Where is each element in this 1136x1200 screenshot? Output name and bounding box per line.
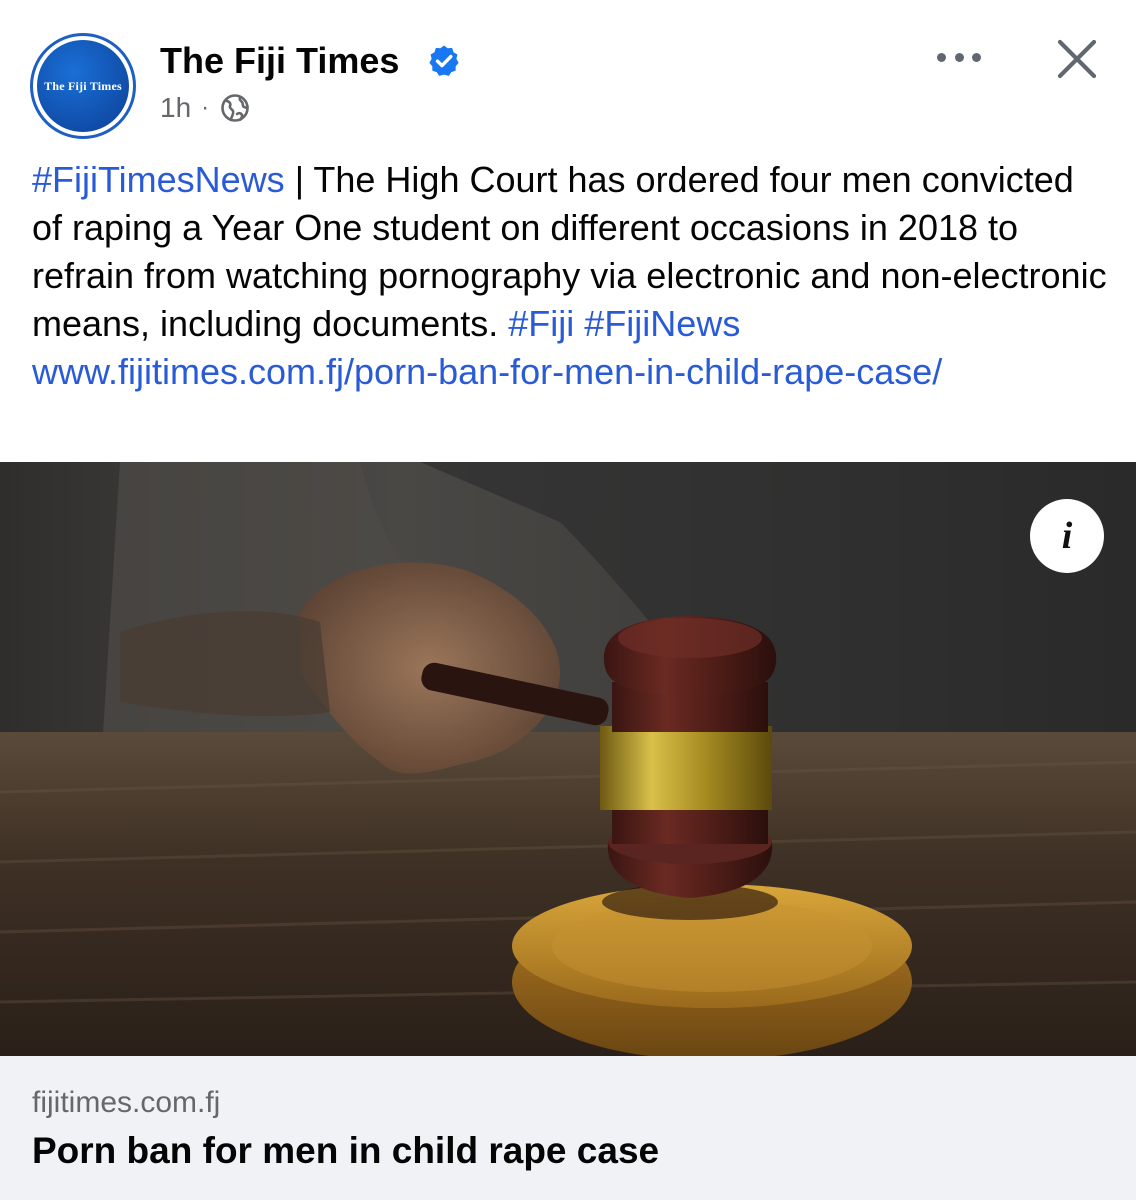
meta-separator: · — [201, 94, 210, 121]
more-dot — [954, 52, 964, 62]
verified-badge-icon — [429, 45, 459, 76]
facebook-post: The Fiji Times The Fiji Times 1h · #Fiji… — [0, 0, 1136, 1200]
globe-icon[interactable] — [220, 93, 250, 123]
hashtag-fiji[interactable]: #Fiji — [508, 303, 574, 344]
more-dot — [972, 52, 981, 62]
close-icon[interactable] — [1054, 36, 1100, 82]
hashtag-fijitimesnews[interactable]: #FijiTimesNews — [32, 159, 285, 200]
post-text: #FijiTimesNews | The High Court has orde… — [32, 156, 1112, 396]
link-preview[interactable]: fijitimes.com.fj Porn ban for men in chi… — [0, 1056, 1136, 1200]
post-timestamp[interactable]: 1h — [160, 92, 191, 124]
article-url-link[interactable]: www.fijitimes.com.fj/porn-ban-for-men-in… — [32, 351, 942, 392]
avatar-logo-text: The Fiji Times — [44, 78, 122, 93]
article-image[interactable]: i — [0, 462, 1136, 1056]
avatar[interactable]: The Fiji Times — [30, 33, 136, 139]
link-preview-domain: fijitimes.com.fj — [32, 1086, 221, 1119]
avatar-logo: The Fiji Times — [37, 40, 129, 132]
gavel-photo — [0, 462, 1136, 1056]
page-name[interactable]: The Fiji Times — [160, 40, 399, 82]
more-options-icon[interactable] — [937, 45, 981, 69]
post-header: The Fiji Times The Fiji Times 1h · — [0, 0, 1136, 150]
more-dot — [937, 52, 946, 62]
hashtag-fijinews[interactable]: #FijiNews — [584, 303, 740, 344]
info-icon[interactable]: i — [1030, 499, 1104, 573]
link-preview-title[interactable]: Porn ban for men in child rape case — [32, 1130, 659, 1172]
post-meta: 1h · — [160, 90, 250, 126]
